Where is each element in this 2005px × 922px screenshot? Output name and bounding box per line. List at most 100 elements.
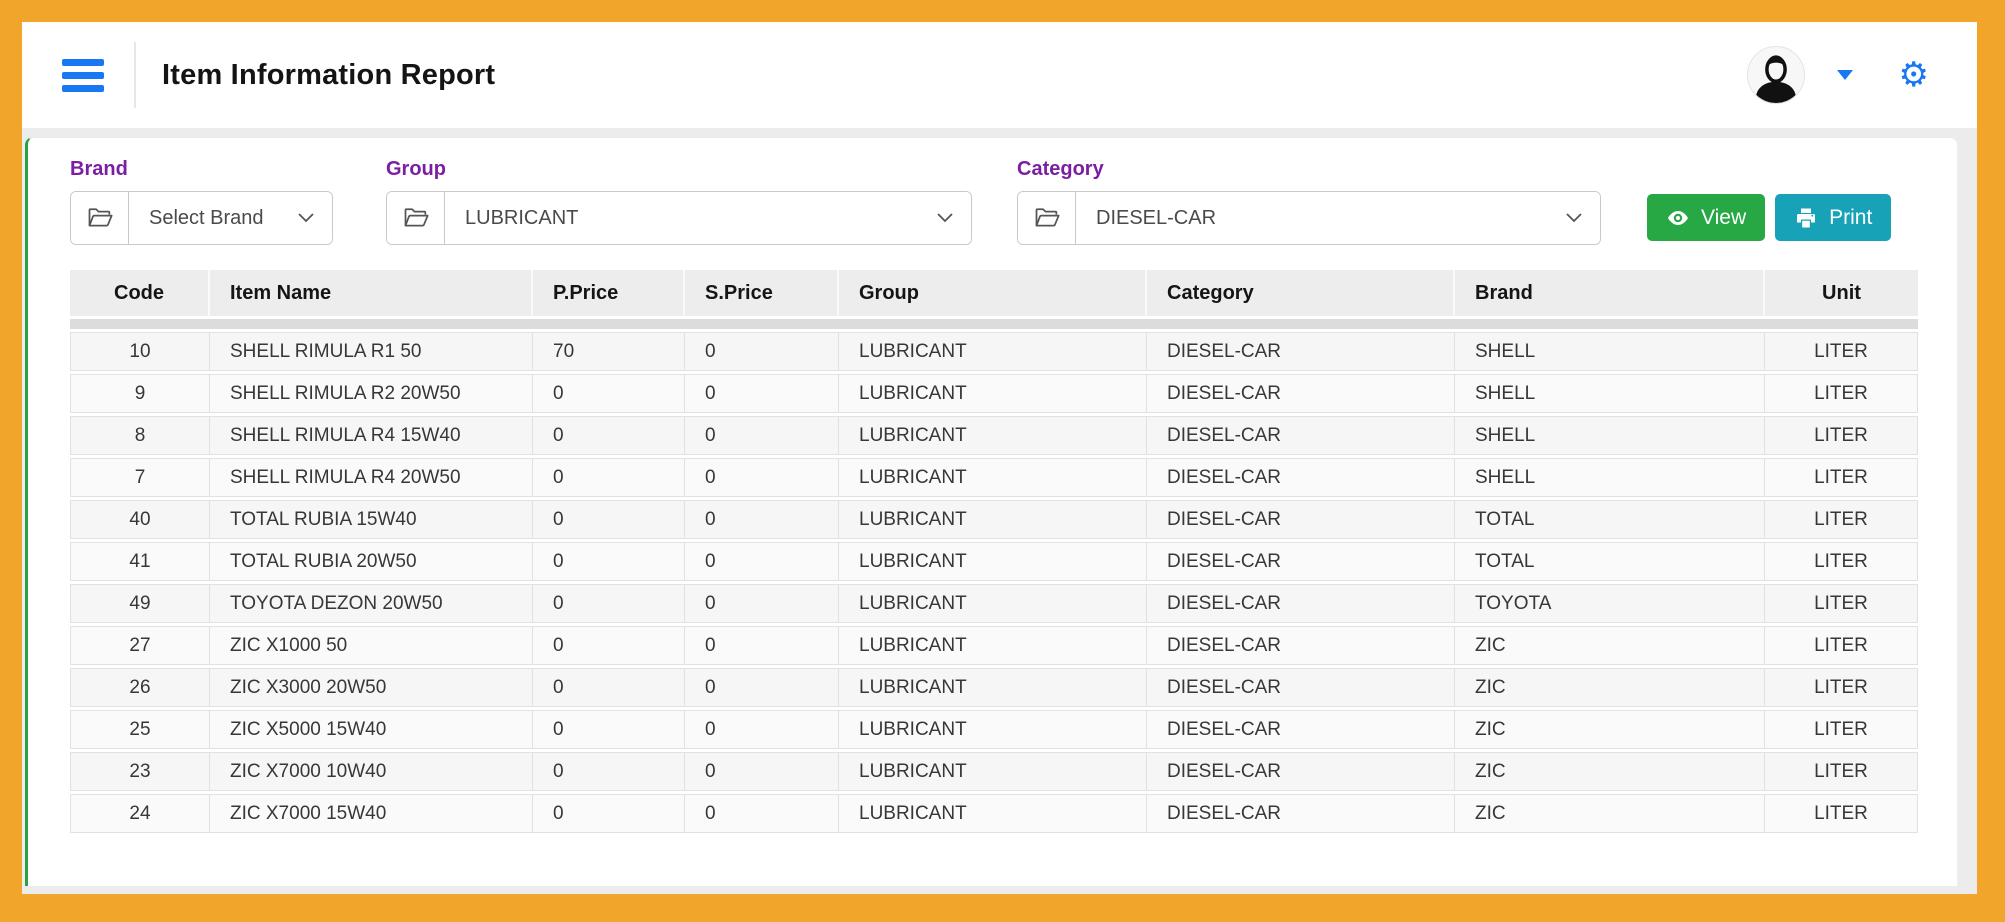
table-cell: ZIC X5000 15W40 <box>210 710 533 749</box>
hamburger-menu-icon[interactable] <box>62 59 104 92</box>
table-cell: SHELL RIMULA R1 50 <box>210 332 533 371</box>
table-cell: 0 <box>533 542 685 581</box>
table-cell: DIESEL-CAR <box>1147 794 1455 833</box>
table-cell: 0 <box>533 458 685 497</box>
print-button[interactable]: Print <box>1775 194 1891 241</box>
category-select[interactable]: DIESEL-CAR <box>1076 192 1600 244</box>
print-button-label: Print <box>1829 206 1872 230</box>
table-cell: LUBRICANT <box>839 458 1147 497</box>
group-select-value: LUBRICANT <box>465 207 578 230</box>
table-cell: LITER <box>1765 710 1918 749</box>
table-cell: 0 <box>533 668 685 707</box>
eye-icon <box>1666 206 1690 230</box>
table-cell: DIESEL-CAR <box>1147 626 1455 665</box>
table-cell: ZIC <box>1455 794 1765 833</box>
table-cell: 0 <box>533 584 685 623</box>
table-cell: LUBRICANT <box>839 794 1147 833</box>
table-cell: 0 <box>533 374 685 413</box>
column-header: Code <box>70 270 210 316</box>
table-cell: LUBRICANT <box>839 542 1147 581</box>
table-cell: ZIC X7000 15W40 <box>210 794 533 833</box>
page-title: Item Information Report <box>162 59 495 92</box>
table-cell: 0 <box>685 542 839 581</box>
action-buttons: View Print <box>1647 194 1891 241</box>
gear-icon[interactable]: ⚙ <box>1899 58 1929 92</box>
group-filter: Group LUBRICANT <box>386 158 972 245</box>
table-cell: LITER <box>1765 500 1918 539</box>
brand-select[interactable]: Select Brand <box>129 192 332 244</box>
table-cell: TOYOTA DEZON 20W50 <box>210 584 533 623</box>
table-row: 23ZIC X7000 10W4000LUBRICANTDIESEL-CARZI… <box>70 752 1918 791</box>
table-cell: 0 <box>685 584 839 623</box>
table-cell: 41 <box>70 542 210 581</box>
table-cell: LUBRICANT <box>839 584 1147 623</box>
table-cell: 0 <box>533 710 685 749</box>
column-header: Unit <box>1765 270 1918 316</box>
category-select-value: DIESEL-CAR <box>1096 207 1216 230</box>
table-cell: 0 <box>533 626 685 665</box>
table-cell: LITER <box>1765 458 1918 497</box>
table-cell: LUBRICANT <box>839 752 1147 791</box>
table-cell: ZIC X7000 10W40 <box>210 752 533 791</box>
table-cell: LITER <box>1765 584 1918 623</box>
header-divider <box>134 42 136 108</box>
table-cell: SHELL RIMULA R4 15W40 <box>210 416 533 455</box>
table-cell: 40 <box>70 500 210 539</box>
category-control: DIESEL-CAR <box>1017 191 1601 245</box>
table-spacer-row <box>70 319 1918 329</box>
table-row: 7SHELL RIMULA R4 20W5000LUBRICANTDIESEL-… <box>70 458 1918 497</box>
column-header: S.Price <box>685 270 839 316</box>
view-button[interactable]: View <box>1647 194 1765 241</box>
table-cell: 27 <box>70 626 210 665</box>
table-row: 26ZIC X3000 20W5000LUBRICANTDIESEL-CARZI… <box>70 668 1918 707</box>
table-cell: DIESEL-CAR <box>1147 416 1455 455</box>
brand-label: Brand <box>70 158 333 181</box>
caret-down-icon[interactable] <box>1837 70 1853 80</box>
chevron-down-icon <box>1566 213 1582 223</box>
table-cell: 0 <box>533 416 685 455</box>
table-cell: ZIC X3000 20W50 <box>210 668 533 707</box>
table-cell: 0 <box>685 710 839 749</box>
table-cell: LITER <box>1765 332 1918 371</box>
table-body: 10SHELL RIMULA R1 50700LUBRICANTDIESEL-C… <box>70 332 1918 833</box>
group-control: LUBRICANT <box>386 191 972 245</box>
table-row: 24ZIC X7000 15W4000LUBRICANTDIESEL-CARZI… <box>70 794 1918 833</box>
table-cell: 0 <box>685 500 839 539</box>
table-cell: DIESEL-CAR <box>1147 332 1455 371</box>
table-cell: LITER <box>1765 374 1918 413</box>
table-cell: ZIC <box>1455 710 1765 749</box>
chevron-down-icon <box>298 213 314 223</box>
user-avatar[interactable] <box>1747 46 1805 104</box>
brand-select-value: Select Brand <box>149 207 264 230</box>
table-cell: LUBRICANT <box>839 374 1147 413</box>
report-card: Brand Select Brand <box>25 137 1958 886</box>
table-cell: SHELL <box>1455 458 1765 497</box>
table-cell: 0 <box>685 752 839 791</box>
page-background: Item Information Report ⚙ Brand <box>22 22 1977 894</box>
table-row: 49TOYOTA DEZON 20W5000LUBRICANTDIESEL-CA… <box>70 584 1918 623</box>
table-cell: LITER <box>1765 794 1918 833</box>
group-select[interactable]: LUBRICANT <box>445 192 971 244</box>
column-header: Group <box>839 270 1147 316</box>
table-cell: DIESEL-CAR <box>1147 752 1455 791</box>
table-cell: ZIC <box>1455 752 1765 791</box>
table-cell: TOTAL RUBIA 15W40 <box>210 500 533 539</box>
table-cell: 9 <box>70 374 210 413</box>
table-row: 10SHELL RIMULA R1 50700LUBRICANTDIESEL-C… <box>70 332 1918 371</box>
table-cell: LUBRICANT <box>839 416 1147 455</box>
column-header: Category <box>1147 270 1455 316</box>
open-folder-icon <box>1018 192 1076 244</box>
table-cell: 26 <box>70 668 210 707</box>
table-cell: 0 <box>685 374 839 413</box>
table-cell: LUBRICANT <box>839 332 1147 371</box>
table-cell: ZIC X1000 50 <box>210 626 533 665</box>
table-cell: 0 <box>685 794 839 833</box>
table-cell: SHELL RIMULA R2 20W50 <box>210 374 533 413</box>
table-cell: DIESEL-CAR <box>1147 542 1455 581</box>
table-row: 27ZIC X1000 5000LUBRICANTDIESEL-CARZICLI… <box>70 626 1918 665</box>
table-cell: LITER <box>1765 668 1918 707</box>
filter-bar: Brand Select Brand <box>70 158 1919 245</box>
table-cell: 0 <box>685 416 839 455</box>
app-window: Item Information Report ⚙ Brand <box>0 0 2005 922</box>
table-cell: 0 <box>685 668 839 707</box>
